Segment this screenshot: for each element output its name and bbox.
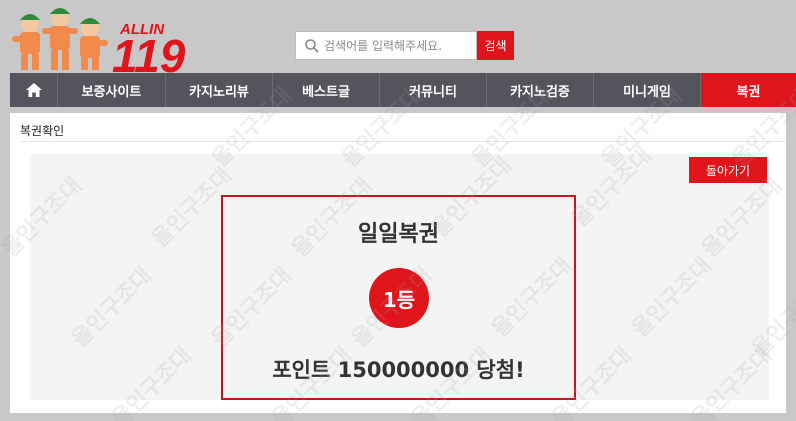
allin119-logo[interactable]: ALLIN 119 [8,2,228,74]
search-button[interactable]: 검색 [477,31,514,60]
main-nav: 보증사이트 카지노리뷰 베스트글 커뮤니티 카지노검증 미니게임 복권 [10,73,796,107]
back-button[interactable]: 돌아가기 [689,157,767,183]
nav-item-community[interactable]: 커뮤니티 [380,73,487,107]
lottery-result-card: 일일복권 1등 포인트 150000000 당첨! [221,195,576,400]
divider [20,141,786,142]
nav-item-casino-verification[interactable]: 카지노검증 [487,73,594,107]
result-title: 일일복권 [358,222,439,247]
nav-item-guarantee-sites[interactable]: 보증사이트 [58,73,166,107]
search-input[interactable] [324,34,474,58]
home-icon [25,83,42,97]
header: ALLIN 119 검색 [0,0,796,74]
search-icon [305,39,319,53]
nav-item-mini-games[interactable]: 미니게임 [594,73,701,107]
nav-item-casino-review[interactable]: 카지노리뷰 [166,73,273,107]
rank-badge: 1등 [369,268,429,328]
nav-item-lottery[interactable]: 복권 [701,73,796,107]
nav-item-best-posts[interactable]: 베스트글 [273,73,380,107]
breadcrumb: 복권확인 [20,124,65,138]
nav-home[interactable] [10,73,58,107]
result-message: 포인트 150000000 당첨! [272,358,525,382]
svg-text:119: 119 [112,30,186,74]
search-box [295,31,477,60]
content-area: 복권확인 돌아가기 일일복권 1등 포인트 150000000 당첨! [10,113,786,413]
